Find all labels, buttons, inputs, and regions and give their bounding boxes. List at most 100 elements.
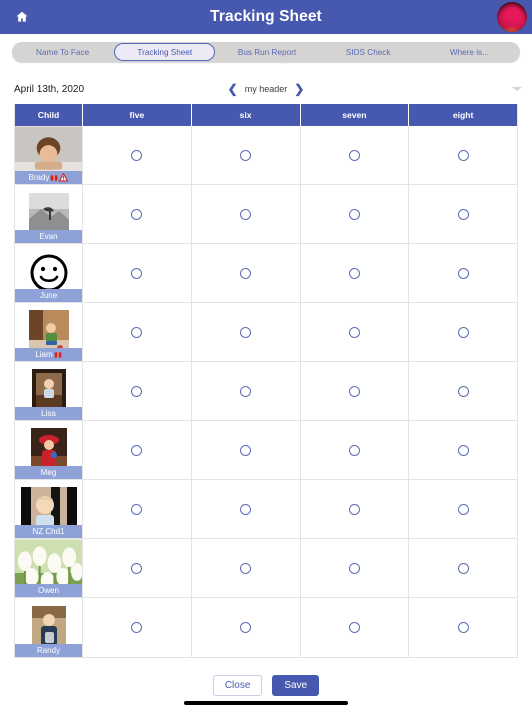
close-button[interactable]: Close (212, 675, 263, 696)
cell-five[interactable] (83, 539, 192, 597)
radio-unselected[interactable] (240, 444, 252, 456)
radio-unselected[interactable] (348, 326, 360, 338)
cell-six[interactable] (192, 126, 301, 184)
radio-unselected[interactable] (131, 444, 143, 456)
cell-seven[interactable] (301, 539, 410, 597)
cell-six[interactable] (192, 303, 301, 361)
cell-eight[interactable] (409, 598, 517, 657)
radio-unselected[interactable] (131, 622, 143, 633)
cell-six[interactable] (192, 421, 301, 479)
cell-seven[interactable] (301, 303, 410, 361)
column-header-child: Child (15, 104, 83, 126)
radio-unselected[interactable] (457, 622, 469, 633)
cell-seven[interactable] (301, 244, 410, 302)
cell-eight[interactable] (409, 421, 517, 479)
child-cell-liam[interactable]: Liam (15, 303, 83, 361)
radio-unselected[interactable] (240, 562, 252, 574)
cell-six[interactable] (192, 598, 301, 657)
cell-eight[interactable] (409, 126, 517, 184)
cell-five[interactable] (83, 480, 192, 538)
save-button[interactable]: Save (272, 675, 320, 696)
radio-unselected[interactable] (240, 385, 252, 397)
cell-seven[interactable] (301, 421, 410, 479)
radio-unselected[interactable] (457, 444, 469, 456)
cell-five[interactable] (83, 126, 192, 184)
cell-five[interactable] (83, 362, 192, 420)
child-cell-june[interactable]: June (15, 244, 83, 302)
radio-unselected[interactable] (457, 326, 469, 338)
cell-eight[interactable] (409, 244, 517, 302)
cell-five[interactable] (83, 303, 192, 361)
radio-unselected[interactable] (131, 326, 143, 338)
chevron-right-icon[interactable]: ❯ (294, 83, 304, 95)
child-cell-meg[interactable]: Meg (15, 421, 83, 479)
cell-five[interactable] (83, 421, 192, 479)
radio-unselected[interactable] (457, 385, 469, 397)
home-button[interactable] (8, 0, 36, 34)
radio-unselected[interactable] (457, 208, 469, 220)
table-row: Owen (15, 539, 517, 598)
radio-unselected[interactable] (240, 326, 252, 338)
child-cell-owen[interactable]: Owen (15, 539, 83, 597)
child-cell-randy[interactable]: Randy (15, 598, 83, 657)
chevron-left-icon[interactable]: ❮ (228, 83, 238, 95)
tab-bus-run-report[interactable]: Bus Run Report (217, 43, 316, 61)
cell-eight[interactable] (409, 303, 517, 361)
cell-five[interactable] (83, 185, 192, 243)
cell-seven[interactable] (301, 126, 410, 184)
radio-unselected[interactable] (348, 562, 360, 574)
radio-unselected[interactable] (348, 267, 360, 279)
radio-unselected[interactable] (348, 444, 360, 456)
radio-unselected[interactable] (131, 149, 143, 161)
radio-unselected[interactable] (240, 503, 252, 515)
radio-unselected[interactable] (240, 208, 252, 220)
cell-eight[interactable] (409, 539, 517, 597)
child-cell-evan[interactable]: Evan (15, 185, 83, 243)
cell-seven[interactable] (301, 598, 410, 657)
child-cell-nz-chd1[interactable]: NZ Chd1 (15, 480, 83, 538)
cell-five[interactable] (83, 598, 192, 657)
cell-seven[interactable] (301, 480, 410, 538)
cell-seven[interactable] (301, 185, 410, 243)
child-cell-brady[interactable]: Brady (15, 126, 83, 184)
cell-six[interactable] (192, 480, 301, 538)
radio-unselected[interactable] (348, 208, 360, 220)
radio-unselected[interactable] (348, 503, 360, 515)
radio-unselected[interactable] (457, 503, 469, 515)
radio-unselected[interactable] (131, 503, 143, 515)
radio-unselected[interactable] (457, 267, 469, 279)
radio-unselected[interactable] (457, 149, 469, 161)
cell-eight[interactable] (409, 362, 517, 420)
user-avatar[interactable] (497, 2, 527, 32)
cell-five[interactable] (83, 244, 192, 302)
radio-unselected[interactable] (457, 562, 469, 574)
radio-unselected[interactable] (348, 385, 360, 397)
radio-unselected[interactable] (240, 267, 252, 279)
column-header-six: six (192, 104, 301, 126)
cell-eight[interactable] (409, 480, 517, 538)
radio-unselected[interactable] (131, 208, 143, 220)
cell-eight[interactable] (409, 185, 517, 243)
tab-where-is[interactable]: Where is... (420, 43, 519, 61)
child-name-badge: Owen (15, 584, 82, 597)
cell-six[interactable] (192, 185, 301, 243)
tab-sids-check[interactable]: SIDS Check (319, 43, 418, 61)
tab-tracking-sheet[interactable]: Tracking Sheet (114, 43, 216, 61)
radio-unselected[interactable] (131, 267, 143, 279)
radio-unselected[interactable] (131, 562, 143, 574)
cell-six[interactable] (192, 244, 301, 302)
radio-unselected[interactable] (348, 149, 360, 161)
radio-unselected[interactable] (131, 385, 143, 397)
radio-unselected[interactable] (348, 622, 360, 633)
child-name-badge: June (15, 289, 82, 302)
chevron-down-icon[interactable] (512, 87, 522, 91)
child-name-badge: Brady (15, 171, 82, 184)
table-header-row: Child five six seven eight (15, 104, 517, 126)
cell-six[interactable] (192, 362, 301, 420)
cell-six[interactable] (192, 539, 301, 597)
radio-unselected[interactable] (240, 149, 252, 161)
child-cell-lisa[interactable]: Lisa (15, 362, 83, 420)
cell-seven[interactable] (301, 362, 410, 420)
radio-unselected[interactable] (240, 622, 252, 633)
tab-name-to-face[interactable]: Name To Face (13, 43, 112, 61)
